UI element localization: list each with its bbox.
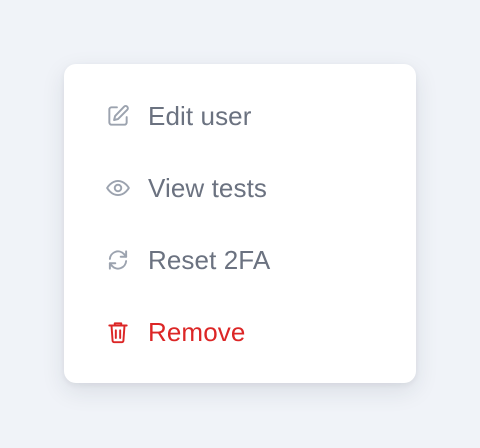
actions-menu: Edit user View tests Reset 2FA Remove [64,64,416,383]
menu-item-label: View tests [148,172,268,203]
trash-icon [105,319,131,345]
menu-item-label: Reset 2FA [148,244,271,275]
menu-item-reset-2fa[interactable]: Reset 2FA [64,224,416,296]
menu-item-edit-user[interactable]: Edit user [64,80,416,152]
eye-icon [105,175,131,201]
menu-item-label: Edit user [148,100,252,131]
menu-item-view-tests[interactable]: View tests [64,152,416,224]
refresh-icon [105,247,131,273]
menu-item-remove[interactable]: Remove [64,296,416,368]
menu-item-label: Remove [148,316,246,347]
edit-icon [105,103,131,129]
